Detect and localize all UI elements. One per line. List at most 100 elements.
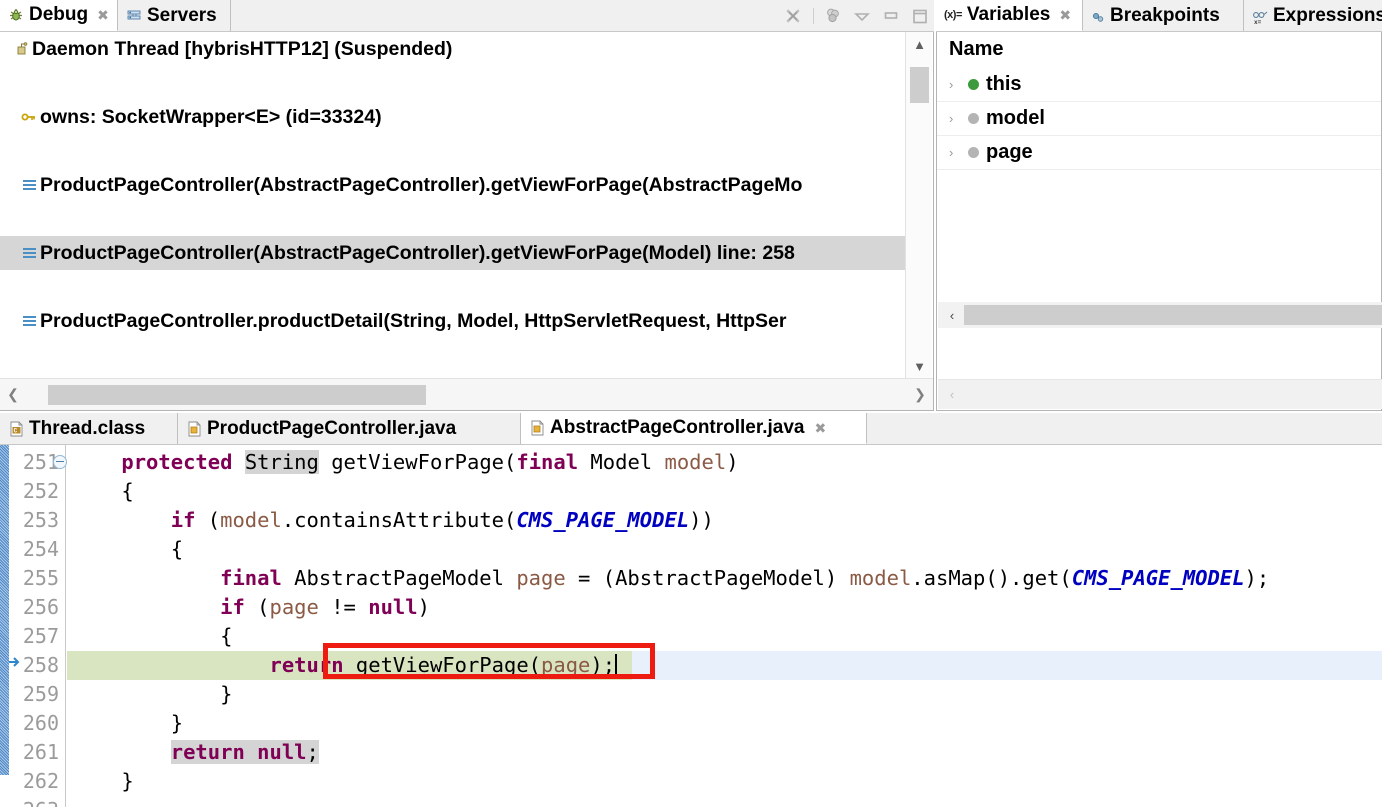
tab-variables[interactable]: (x)= Variables ✖ bbox=[936, 0, 1083, 31]
variable-row-this[interactable]: › this bbox=[937, 68, 1381, 102]
scroll-left-icon[interactable]: ‹ bbox=[942, 305, 962, 325]
tree-item-stack-frame[interactable]: ProductPageController.productDetail(Stri… bbox=[0, 304, 906, 338]
tab-breakpoints[interactable]: Breakpoints bbox=[1083, 0, 1244, 31]
layers-icon[interactable] bbox=[823, 6, 843, 26]
code-line-262[interactable]: } bbox=[67, 767, 1382, 796]
code-lines[interactable]: protected String getViewForPage(final Mo… bbox=[67, 445, 1382, 807]
variables-detail-scrollbar[interactable]: ‹ bbox=[938, 302, 1382, 328]
tree-item-label: Daemon Thread [hybrisHTTP12] (Suspended) bbox=[32, 37, 453, 60]
code-text: ) bbox=[417, 595, 430, 619]
code-static-constant: CMS_PAGE_MODEL bbox=[1071, 566, 1245, 590]
scroll-down-icon[interactable]: ▼ bbox=[906, 354, 933, 378]
java-file-icon bbox=[530, 420, 545, 436]
line-number: 256 bbox=[22, 595, 59, 619]
code-keyword: if bbox=[170, 508, 196, 532]
chevron-right-icon[interactable]: › bbox=[949, 111, 961, 126]
code-editor: C Thread.class ProductPageController.jav… bbox=[0, 413, 1382, 807]
code-line-253[interactable]: if (model.containsAttribute(CMS_PAGE_MOD… bbox=[67, 506, 1382, 535]
scrollbar-thumb[interactable] bbox=[964, 305, 1382, 325]
editor-tab-label: Thread.class bbox=[29, 417, 146, 439]
code-text-area[interactable]: 251 252 253 254 255 256 257 258 259 260 … bbox=[0, 445, 1382, 807]
scroll-right-icon[interactable]: ❯ bbox=[907, 379, 933, 410]
code-line-260[interactable]: } bbox=[67, 709, 1382, 738]
tab-expressions[interactable]: x= Expressions bbox=[1244, 0, 1382, 31]
close-icon[interactable]: ✖ bbox=[1059, 7, 1071, 24]
line-number: 254 bbox=[22, 537, 59, 561]
variables-horizontal-scrollbar[interactable]: ‹ bbox=[938, 379, 1382, 409]
chevron-down-icon[interactable] bbox=[852, 6, 872, 26]
variable-name-label: page bbox=[986, 141, 1033, 163]
stack-frame-icon bbox=[18, 179, 40, 192]
code-line-251[interactable]: protected String getViewForPage(final Mo… bbox=[67, 448, 1382, 477]
minimize-icon[interactable] bbox=[881, 6, 901, 26]
code-line-261[interactable]: return null; bbox=[67, 738, 1382, 767]
code-line-259[interactable]: } bbox=[67, 680, 1382, 709]
close-icon[interactable]: ✖ bbox=[97, 7, 109, 24]
variables-tree[interactable]: Name › this › model › page ‹ ‹ bbox=[936, 32, 1382, 411]
code-line-263[interactable] bbox=[67, 796, 1382, 807]
scroll-left-icon[interactable]: ❮ bbox=[0, 379, 26, 410]
debug-horizontal-scrollbar[interactable]: ❮ ❯ bbox=[0, 378, 933, 410]
tree-item-owns-monitor[interactable]: owns: SocketWrapper<E> (id=33324) bbox=[0, 100, 906, 134]
code-line-257[interactable]: { bbox=[67, 622, 1382, 651]
code-text: Model bbox=[578, 450, 665, 474]
line-number: 255 bbox=[22, 566, 59, 590]
editor-tab-thread-class[interactable]: C Thread.class bbox=[0, 413, 178, 444]
code-text: { bbox=[72, 479, 134, 503]
remove-all-icon[interactable] bbox=[784, 6, 804, 26]
chevron-right-icon[interactable]: › bbox=[949, 77, 961, 92]
code-occurrence-highlight: String bbox=[244, 450, 319, 474]
variables-view: (x)= Variables ✖ Breakpoints x= Expressi… bbox=[936, 0, 1382, 411]
code-line-252[interactable]: { bbox=[67, 477, 1382, 506]
tree-item-stack-frame[interactable]: ProductPageController(AbstractPageContro… bbox=[0, 168, 906, 202]
code-line-258[interactable]: return getViewForPage(page); bbox=[67, 651, 1382, 680]
tab-servers[interactable]: Servers bbox=[118, 0, 231, 31]
public-field-icon bbox=[968, 79, 979, 90]
debug-vertical-scrollbar[interactable]: ▲ ▼ bbox=[905, 32, 932, 378]
fold-collapse-icon[interactable] bbox=[53, 455, 67, 469]
variable-row-model[interactable]: › model bbox=[937, 102, 1381, 136]
code-parameter: page bbox=[516, 566, 566, 590]
change-ruler bbox=[0, 445, 9, 807]
variable-row-page[interactable]: › page bbox=[937, 136, 1381, 170]
line-number: 252 bbox=[22, 479, 59, 503]
local-variable-icon bbox=[968, 113, 979, 124]
code-line-256[interactable]: if (page != null) bbox=[67, 593, 1382, 622]
class-file-icon: C bbox=[9, 421, 24, 437]
code-text: AbstractPageModel bbox=[281, 566, 517, 590]
servers-icon bbox=[126, 8, 142, 24]
tree-item-stack-frame-selected[interactable]: ProductPageController(AbstractPageContro… bbox=[0, 236, 906, 270]
variables-column-header-name[interactable]: Name bbox=[937, 32, 1381, 68]
column-header-label: Name bbox=[949, 38, 1004, 60]
tab-breakpoints-label: Breakpoints bbox=[1110, 4, 1220, 26]
tab-debug-label: Debug bbox=[29, 4, 89, 25]
scrollbar-thumb[interactable] bbox=[48, 385, 426, 405]
chevron-right-icon[interactable]: › bbox=[949, 145, 961, 160]
code-text: ); bbox=[1244, 566, 1270, 590]
scrollbar-thumb[interactable] bbox=[910, 67, 929, 103]
breakpoint-icon bbox=[1091, 9, 1105, 23]
code-parameter: model bbox=[849, 566, 912, 590]
maximize-icon[interactable] bbox=[910, 6, 930, 26]
close-icon[interactable]: ✖ bbox=[814, 420, 826, 437]
code-selected-keyword: return null bbox=[170, 740, 307, 764]
scroll-up-icon[interactable]: ▲ bbox=[906, 32, 933, 56]
red-highlight-rectangle bbox=[323, 643, 655, 679]
editor-tab-abstractpagecontroller[interactable]: AbstractPageController.java ✖ bbox=[521, 413, 867, 444]
line-number: 251 bbox=[22, 450, 59, 474]
tab-expressions-label: Expressions bbox=[1273, 4, 1382, 26]
line-number: 259 bbox=[22, 682, 59, 706]
code-keyword: final bbox=[220, 566, 282, 590]
editor-tab-productpagecontroller[interactable]: ProductPageController.java bbox=[178, 413, 521, 444]
debug-stack-tree[interactable]: Daemon Thread [hybrisHTTP12] (Suspended)… bbox=[0, 32, 934, 411]
tree-item-thread[interactable]: Daemon Thread [hybrisHTTP12] (Suspended) bbox=[0, 32, 906, 66]
bug-icon bbox=[8, 7, 24, 23]
tab-debug[interactable]: Debug ✖ bbox=[0, 0, 118, 31]
code-line-255[interactable]: final AbstractPageModel page = (Abstract… bbox=[67, 564, 1382, 593]
code-line-254[interactable]: { bbox=[67, 535, 1382, 564]
line-number: 260 bbox=[22, 711, 59, 735]
tree-item-label: owns: SocketWrapper<E> (id=33324) bbox=[40, 105, 382, 128]
scroll-left-icon[interactable]: ‹ bbox=[942, 384, 962, 404]
